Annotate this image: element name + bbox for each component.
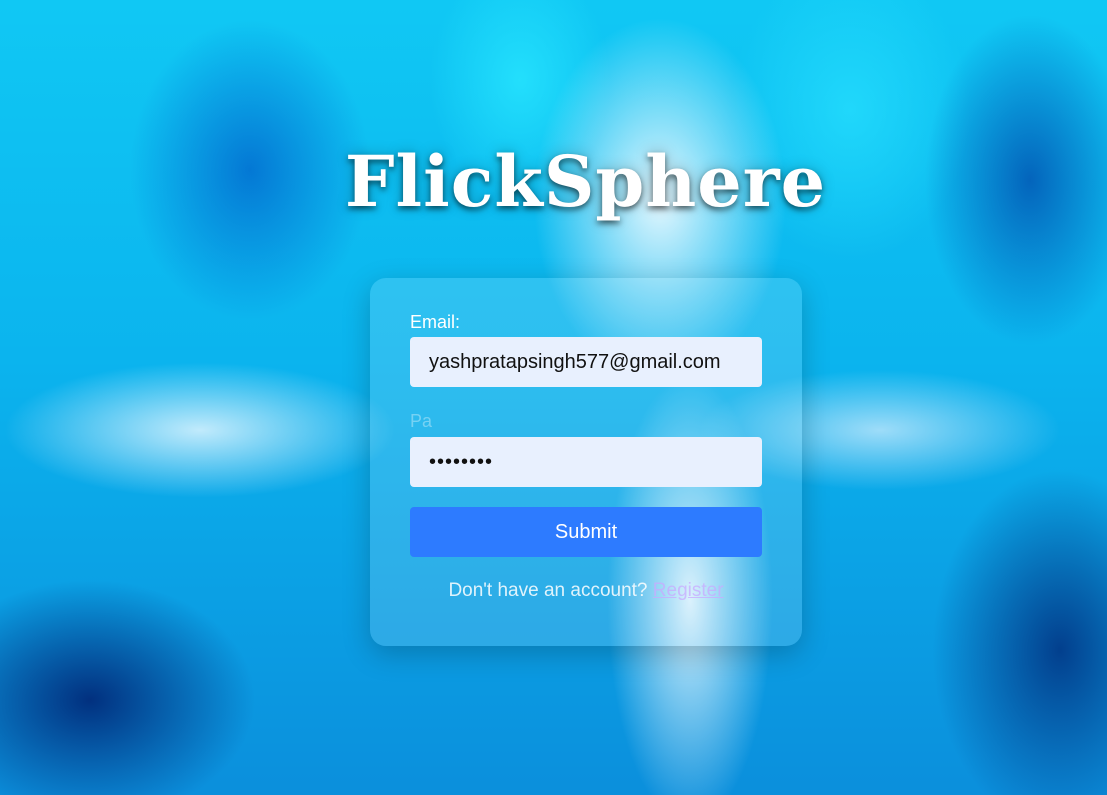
register-prompt-text: Don't have an account? <box>448 580 648 601</box>
email-label: Email: <box>410 312 461 332</box>
register-prompt: Don't have an account? Register <box>370 580 802 602</box>
password-label: Pa <box>410 411 433 431</box>
register-link[interactable]: Register <box>653 580 724 601</box>
password-field[interactable]: •••••••• <box>410 437 762 487</box>
submit-button[interactable]: Submit <box>410 507 762 557</box>
login-card: Email: yashpratapsingh577@gmail.com Pa •… <box>370 278 802 646</box>
app-logo: FlickSphere <box>344 140 827 223</box>
email-field[interactable]: yashpratapsingh577@gmail.com <box>410 337 762 387</box>
